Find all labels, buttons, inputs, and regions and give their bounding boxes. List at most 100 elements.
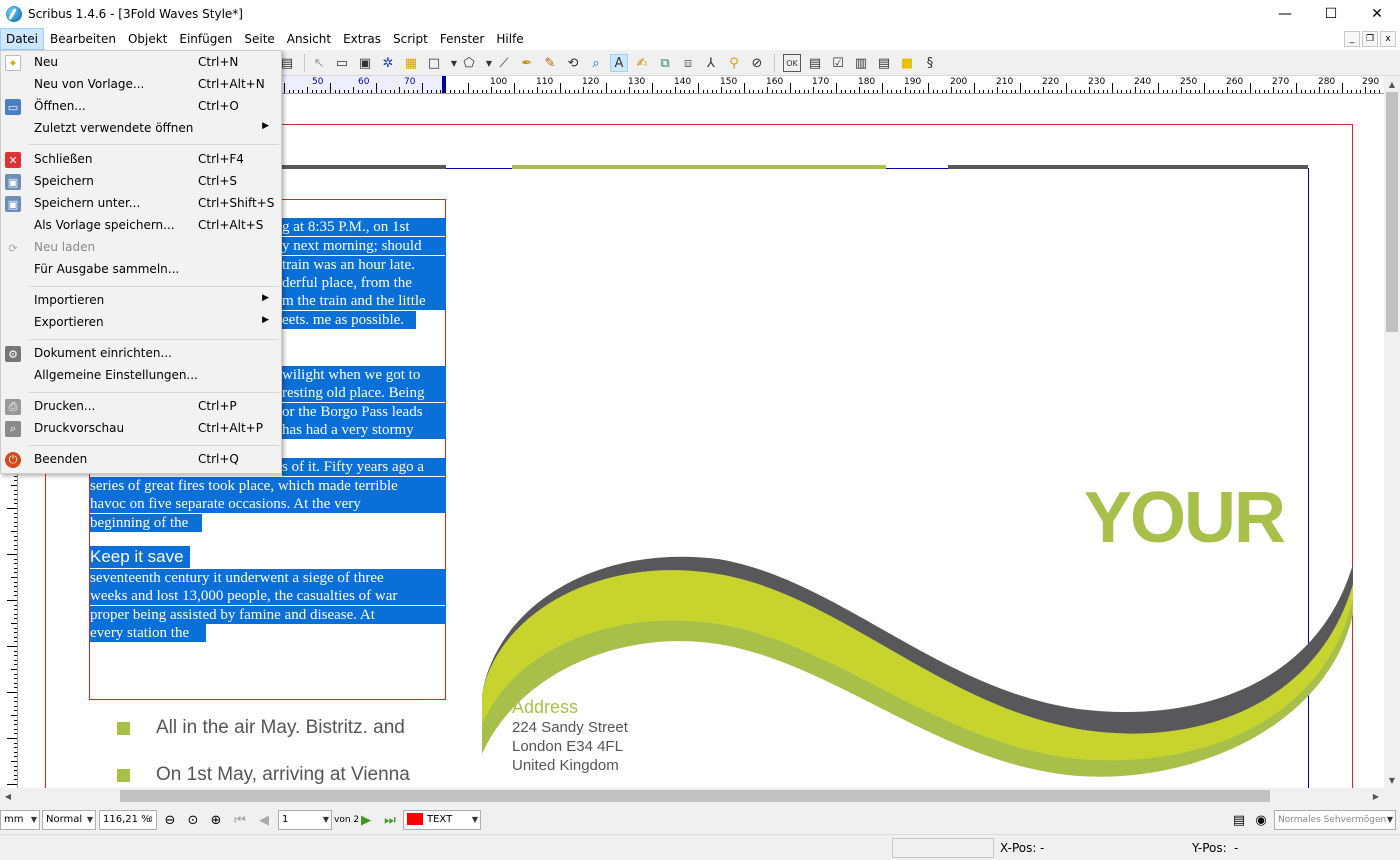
menu-item-neu-von-vorlage[interactable]: Neu von Vorlage... Ctrl+Alt+N — [1, 74, 281, 96]
menu-seite[interactable]: Seite — [238, 28, 280, 50]
eyedropper-icon[interactable]: ⊘ — [748, 54, 766, 72]
unit-select[interactable]: mm ▼ — [0, 810, 40, 830]
zoom-100-icon[interactable]: ⊙ — [184, 811, 202, 829]
display-settings-icon[interactable]: ▤ — [1230, 811, 1248, 829]
last-page-icon[interactable]: ⏭ — [381, 811, 399, 829]
menu-item-fuer-ausgabe-sammeln[interactable]: Für Ausgabe sammeln... — [1, 259, 281, 281]
pdf-combobox-icon[interactable]: ▥ — [852, 54, 870, 72]
menu-objekt[interactable]: Objekt — [122, 28, 173, 50]
vertical-scroll-thumb[interactable] — [1386, 92, 1398, 332]
render-frame-icon[interactable]: ✲ — [379, 54, 397, 72]
text-frame-icon[interactable]: ▭ — [333, 54, 351, 72]
zoom-in-icon[interactable]: ⊕ — [207, 811, 225, 829]
menu-ansicht[interactable]: Ansicht — [281, 28, 337, 50]
mdi-close-button[interactable]: x — [1380, 31, 1396, 47]
line-icon[interactable]: ⟋ — [495, 54, 513, 72]
menu-extras[interactable]: Extras — [337, 28, 387, 50]
selected-text-line[interactable]: eets. me as possible. — [282, 311, 416, 329]
menu-item-schliessen[interactable]: ✕ Schließen Ctrl+F4 — [1, 149, 281, 171]
measure-icon[interactable]: ⅄ — [702, 54, 720, 72]
menu-item-als-vorlage-speichern[interactable]: Als Vorlage speichern... Ctrl+Alt+S — [1, 215, 281, 237]
horizontal-scroll-thumb[interactable] — [120, 790, 1270, 802]
close-button[interactable]: ✕ — [1354, 0, 1400, 28]
menu-item-drucken[interactable]: ⎙ Drucken... Ctrl+P — [1, 396, 281, 418]
pdf-link-icon[interactable]: § — [921, 54, 939, 72]
selected-text-line[interactable]: weeks and lost 13,000 people, the casual… — [90, 587, 446, 605]
scroll-right-icon[interactable]: ▶ — [1368, 788, 1384, 804]
menu-item-druckvorschau[interactable]: ⌕ Druckvorschau Ctrl+Alt+P — [1, 418, 281, 440]
image-frame-icon[interactable]: ▣ — [356, 54, 374, 72]
menu-fenster[interactable]: Fenster — [434, 28, 491, 50]
selected-heading[interactable]: Keep it save — [90, 546, 190, 568]
selected-text-line[interactable]: wilight when we got to — [282, 366, 446, 384]
vision-defect-select[interactable]: Normales Sehvermögen ▼ — [1274, 810, 1396, 830]
unlink-frames-icon[interactable]: ⧈ — [679, 54, 697, 72]
menu-script[interactable]: Script — [387, 28, 434, 50]
copy-properties-icon[interactable]: ⚲ — [725, 54, 743, 72]
story-editor-icon[interactable]: ✍ — [633, 54, 651, 72]
table-icon[interactable]: ▦ — [402, 54, 420, 72]
menu-item-speichern[interactable]: ▣ Speichern Ctrl+S — [1, 171, 281, 193]
menu-bearbeiten[interactable]: Bearbeiten — [44, 28, 122, 50]
selected-text-line[interactable]: has had a very stormy — [282, 421, 446, 439]
menu-item-beenden[interactable]: ⏻ Beenden Ctrl+Q — [1, 449, 281, 471]
menu-item-exportieren[interactable]: Exportieren ▶ — [1, 312, 281, 334]
zoom-input[interactable]: 116,21 % ⇕ — [99, 810, 157, 830]
layer-select[interactable]: TEXT ▼ — [403, 810, 481, 830]
bezier-icon[interactable]: ✒ — [518, 54, 536, 72]
selected-text-line[interactable]: series of great fires took place, which … — [90, 477, 446, 495]
menu-item-importieren[interactable]: Importieren ▶ — [1, 290, 281, 312]
selected-text-line[interactable]: g at 8:35 P.M., on 1st — [282, 218, 446, 236]
rotate-icon[interactable]: ⟲ — [564, 54, 582, 72]
edit-text-icon[interactable]: A — [610, 54, 628, 72]
freehand-icon[interactable]: ✎ — [541, 54, 559, 72]
selected-text-line[interactable]: proper being assisted by famine and dise… — [90, 606, 446, 624]
pdf-checkbox-icon[interactable]: ☑ — [829, 54, 847, 72]
menu-item-zuletzt-verwendete[interactable]: Zuletzt verwendete öffnen ▶ — [1, 118, 281, 140]
select-tool-icon[interactable]: ↖ — [310, 54, 328, 72]
maximize-button[interactable]: ☐ — [1308, 0, 1354, 28]
zoom-tool-icon[interactable]: ⌕ — [587, 54, 605, 72]
selected-text-line[interactable]: y next morning; should — [282, 237, 446, 255]
selected-text-line[interactable]: derful place, from the — [282, 274, 446, 292]
menu-item-dokument-einrichten[interactable]: ⚙ Dokument einrichten... — [1, 343, 281, 365]
mdi-restore-button[interactable]: ❐ — [1362, 31, 1378, 47]
previous-page-icon[interactable]: ◀ — [255, 811, 273, 829]
vertical-scrollbar[interactable]: ▲ ▼ — [1384, 76, 1400, 788]
selected-text-line[interactable]: seventeenth century it underwent a siege… — [90, 569, 446, 587]
selected-text-line[interactable]: train was an hour late. — [282, 256, 446, 274]
page-select[interactable]: 1 ▼ — [278, 810, 332, 830]
selected-text-line[interactable]: havoc on five separate occasions. At the… — [90, 495, 446, 513]
polygon-icon[interactable]: ⬠ — [460, 54, 478, 72]
zoom-out-icon[interactable]: ⊖ — [161, 811, 179, 829]
pdf-button-icon[interactable]: OK — [783, 54, 801, 72]
menu-item-neu[interactable]: ✦ Neu Ctrl+N — [1, 52, 281, 74]
selected-text-line[interactable]: resting old place. Being — [282, 384, 446, 402]
selected-text-line[interactable]: or the Borgo Pass leads — [282, 403, 446, 421]
menu-datei[interactable]: Datei — [0, 28, 45, 50]
mdi-minimize-button[interactable]: _ — [1344, 31, 1360, 47]
selected-text-line[interactable]: m the train and the little — [282, 292, 446, 310]
vision-icon[interactable]: ◉ — [1252, 811, 1270, 829]
preview-mode-select[interactable]: Normal ▼ — [42, 810, 96, 830]
menu-item-allgemeine-einstellungen[interactable]: Allgemeine Einstellungen... — [1, 365, 281, 387]
selected-text-line[interactable]: s of it. Fifty years ago a — [282, 458, 446, 476]
link-frames-icon[interactable]: ⧉ — [656, 54, 674, 72]
pdf-annotation-icon[interactable]: ■ — [898, 54, 916, 72]
scroll-down-icon[interactable]: ▼ — [1384, 772, 1400, 788]
first-page-icon[interactable]: ⏮ — [231, 811, 249, 829]
menu-einfuegen[interactable]: Einfügen — [173, 28, 238, 50]
pdf-textfield-icon[interactable]: ▤ — [806, 54, 824, 72]
minimize-button[interactable]: — — [1262, 0, 1308, 28]
scroll-up-icon[interactable]: ▲ — [1384, 76, 1400, 92]
horizontal-scrollbar[interactable]: ◀ ▶ — [0, 788, 1384, 804]
scroll-left-icon[interactable]: ◀ — [0, 788, 16, 804]
next-page-icon[interactable]: ▶ — [357, 811, 375, 829]
menu-item-speichern-unter[interactable]: ▣ Speichern unter... Ctrl+Shift+S — [1, 193, 281, 215]
selected-text-line[interactable]: every station the — [90, 624, 206, 642]
menu-item-oeffnen[interactable]: ▭ Öffnen... Ctrl+O — [1, 96, 281, 118]
selected-text-line[interactable]: beginning of the — [90, 514, 202, 532]
menu-hilfe[interactable]: Hilfe — [490, 28, 529, 50]
shape-icon[interactable]: □ — [425, 54, 443, 72]
pdf-listbox-icon[interactable]: ▤ — [875, 54, 893, 72]
